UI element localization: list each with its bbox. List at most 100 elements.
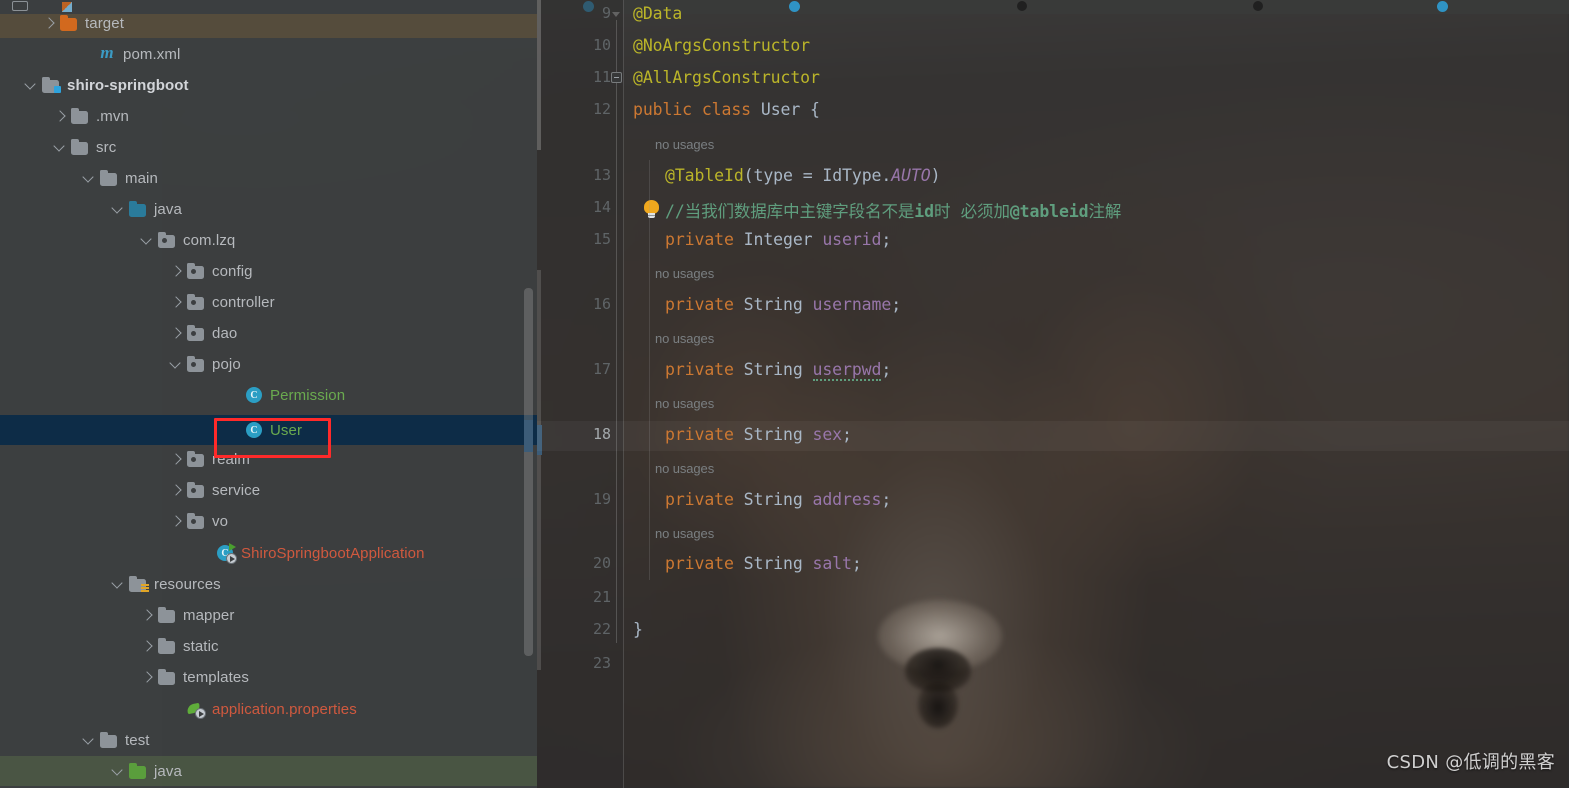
tree-item-permission[interactable]: C Permission bbox=[0, 380, 537, 410]
code-token: @Data bbox=[633, 4, 683, 23]
tree-item-label: service bbox=[212, 481, 261, 499]
fold-marker-class[interactable] bbox=[611, 72, 622, 83]
menu-icon[interactable] bbox=[12, 1, 28, 11]
tree-item-dao[interactable]: dao bbox=[0, 318, 537, 348]
code-line[interactable]: @Data bbox=[633, 4, 682, 23]
code-line[interactable]: public class User { bbox=[633, 100, 820, 119]
code-line[interactable]: @TableId(type = IdType.AUTO) bbox=[665, 166, 941, 185]
line-number: 23 bbox=[592, 654, 611, 672]
chevron-right-icon[interactable] bbox=[167, 325, 184, 342]
spring-properties-icon bbox=[186, 700, 206, 719]
tree-item-vo[interactable]: vo bbox=[0, 506, 537, 536]
code-token: // bbox=[665, 202, 685, 221]
project-structure-icon[interactable] bbox=[62, 2, 72, 12]
chevron-right-icon[interactable] bbox=[167, 482, 184, 499]
project-tree[interactable]: target m pom.xml shiro-springboot .mvn src mai… bbox=[0, 14, 537, 788]
code-line[interactable]: private String salt; bbox=[665, 554, 862, 573]
tree-item-label: mapper bbox=[183, 606, 235, 624]
code-token: String bbox=[743, 360, 813, 379]
chevron-right-icon[interactable] bbox=[138, 607, 155, 624]
tree-item-main[interactable]: main bbox=[0, 163, 537, 193]
tree-item-test[interactable]: test bbox=[0, 725, 537, 755]
tree-item-java[interactable]: java bbox=[0, 756, 537, 786]
line-number: 9 bbox=[601, 4, 611, 22]
chevron-right-icon[interactable] bbox=[167, 263, 184, 280]
inlay-hint-usages[interactable]: no usages bbox=[655, 396, 714, 411]
tree-item-label: User bbox=[270, 421, 303, 439]
tree-item-application-properties[interactable]: application.properties bbox=[0, 694, 537, 724]
code-line[interactable]: private String address; bbox=[665, 490, 891, 509]
chevron-down-icon[interactable] bbox=[80, 170, 97, 187]
code-token: String bbox=[743, 490, 813, 509]
tree-item-label: java bbox=[154, 200, 182, 218]
tree-item-target[interactable]: target bbox=[0, 14, 537, 38]
tree-item-pom-xml[interactable]: m pom.xml bbox=[0, 39, 537, 69]
line-number: 20 bbox=[592, 554, 611, 572]
chevron-right-icon[interactable] bbox=[167, 294, 184, 311]
chevron-right-icon[interactable] bbox=[40, 15, 57, 32]
chevron-down-icon[interactable] bbox=[80, 732, 97, 749]
chevron-down-icon[interactable] bbox=[51, 139, 68, 156]
code-token: ; bbox=[881, 230, 892, 249]
code-token: private bbox=[665, 295, 744, 314]
intention-lightbulb-icon[interactable] bbox=[644, 200, 659, 219]
code-token: type bbox=[753, 166, 793, 185]
tree-item-label: controller bbox=[212, 293, 275, 311]
tree-item-static[interactable]: static bbox=[0, 631, 537, 661]
code-line[interactable]: private Integer userid; bbox=[665, 230, 891, 249]
inlay-hint-usages[interactable]: no usages bbox=[655, 137, 714, 152]
chevron-right-icon[interactable] bbox=[167, 513, 184, 530]
code-line[interactable]: private String username; bbox=[665, 295, 901, 314]
chevron-down-icon[interactable] bbox=[109, 576, 126, 593]
tree-item-service[interactable]: service bbox=[0, 475, 537, 505]
tree-item-shirospringbootapplication[interactable]: C ShiroSpringbootApplication bbox=[0, 538, 537, 568]
chevron-down-icon[interactable] bbox=[109, 763, 126, 780]
tree-item-user[interactable]: C User bbox=[0, 415, 537, 445]
line-number: 10 bbox=[592, 36, 611, 54]
tree-item-shiro-springboot[interactable]: shiro-springboot bbox=[0, 70, 537, 100]
editor-scrollbar[interactable] bbox=[537, 270, 541, 670]
tree-item-controller[interactable]: controller bbox=[0, 287, 537, 317]
line-number: 22 bbox=[592, 620, 611, 638]
tree-item-src[interactable]: src bbox=[0, 132, 537, 162]
tree-item--mvn[interactable]: .mvn bbox=[0, 101, 537, 131]
code-token: ; bbox=[851, 554, 862, 573]
fold-marker-collapse-top[interactable] bbox=[612, 12, 620, 17]
tree-item-resources[interactable]: resources bbox=[0, 569, 537, 599]
tree-item-pojo[interactable]: pojo bbox=[0, 349, 537, 379]
chevron-down-icon[interactable] bbox=[109, 201, 126, 218]
code-line[interactable]: } bbox=[633, 620, 643, 639]
code-token: = bbox=[792, 166, 823, 185]
chevron-right-icon[interactable] bbox=[51, 108, 68, 125]
code-line[interactable]: private String sex; bbox=[665, 425, 852, 444]
chevron-down-icon[interactable] bbox=[167, 356, 184, 373]
inlay-hint-usages[interactable]: no usages bbox=[655, 461, 714, 476]
tree-item-config[interactable]: config bbox=[0, 256, 537, 286]
code-line[interactable]: @AllArgsConstructor bbox=[633, 68, 820, 87]
tree-item-mapper[interactable]: mapper bbox=[0, 600, 537, 630]
tree-item-com-lzq[interactable]: com.lzq bbox=[0, 225, 537, 255]
chevron-right-icon[interactable] bbox=[138, 638, 155, 655]
code-editor[interactable]: 9 @Data 10 @NoArgsConstructor 11 @AllArgsCons… bbox=[537, 0, 1569, 788]
project-tree-scrollbar-marker bbox=[524, 420, 533, 452]
tree-item-java[interactable]: java bbox=[0, 194, 537, 224]
folder-icon bbox=[158, 668, 176, 685]
inlay-hint-usages[interactable]: no usages bbox=[655, 331, 714, 346]
chevron-down-icon[interactable] bbox=[138, 232, 155, 249]
chevron-down-icon[interactable] bbox=[22, 77, 39, 94]
code-line[interactable]: @NoArgsConstructor bbox=[633, 36, 810, 55]
code-line[interactable]: private String userpwd; bbox=[665, 360, 891, 381]
inlay-hint-usages[interactable]: no usages bbox=[655, 266, 714, 281]
tree-item-label: pom.xml bbox=[123, 45, 181, 63]
line-number: 13 bbox=[592, 166, 611, 184]
inlay-hint-usages[interactable]: no usages bbox=[655, 526, 714, 541]
tree-item-templates[interactable]: templates bbox=[0, 662, 537, 692]
java-class-icon: C bbox=[245, 421, 263, 439]
project-tree-scrollbar[interactable] bbox=[524, 288, 533, 656]
lightbulb-glass bbox=[644, 200, 659, 214]
code-token: private bbox=[665, 490, 744, 509]
tree-item-realm[interactable]: realm bbox=[0, 444, 537, 474]
chevron-right-icon[interactable] bbox=[138, 669, 155, 686]
code-line[interactable]: //当我们数据库中主键字段名不是id时 必须加@tableid注解 bbox=[665, 198, 1121, 222]
chevron-right-icon[interactable] bbox=[167, 451, 184, 468]
